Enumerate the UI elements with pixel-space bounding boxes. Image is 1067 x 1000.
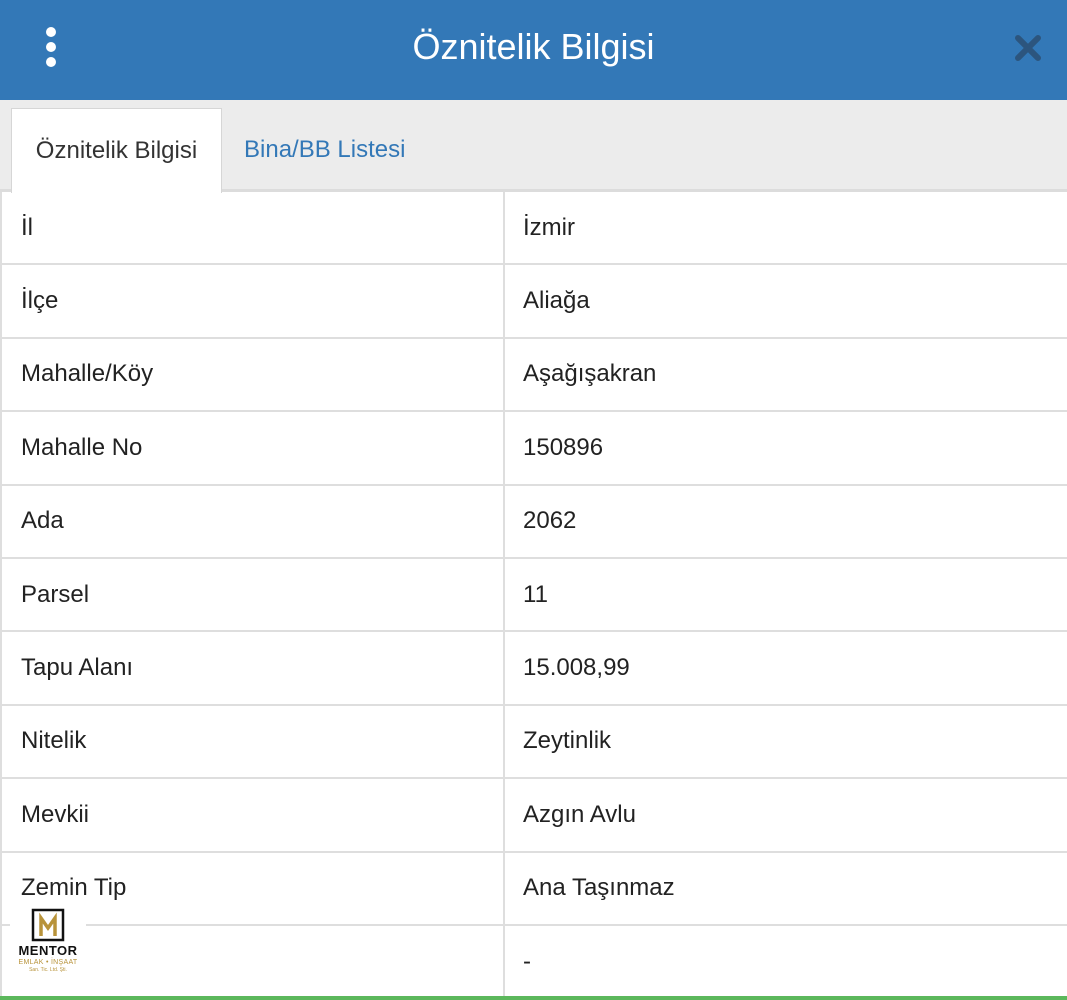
dialog-title: Öznitelik Bilgisi — [412, 26, 655, 67]
attribute-key: Parsel — [0, 558, 505, 631]
attribute-key: İl — [0, 192, 505, 264]
attribute-key: İlçe — [0, 265, 505, 337]
attribute-key: Ada — [0, 485, 505, 557]
table-row: Mahalle/Köy Aşağışakran — [0, 338, 1067, 413]
attribute-value: Azgın Avlu — [523, 800, 636, 828]
attribute-key: Tapu Alanı — [0, 632, 505, 704]
table-row: Mahalle No 150896 — [0, 412, 1067, 486]
attribute-key: Mahalle No — [0, 412, 505, 484]
tab-bar: Öznitelik Bilgisi Bina/BB Listesi — [0, 100, 1067, 193]
table-row: İl İzmir — [0, 192, 1067, 266]
table-row: Zemin Tip Ana Taşınmaz — [0, 852, 1067, 926]
table-row: Nitelik Zeytinlik — [0, 705, 1067, 780]
tab-oznitelik-bilgisi[interactable]: Öznitelik Bilgisi — [11, 108, 222, 193]
attribute-key: Mevkii — [0, 779, 505, 851]
attribute-value: Aşağışakran — [523, 360, 657, 388]
attribute-value: Zeytinlik — [523, 727, 612, 755]
close-x-glyph — [1015, 35, 1041, 61]
logo-subtitle: EMLAK • İNŞAAT — [18, 959, 78, 966]
attribute-value: 11 — [523, 580, 548, 608]
table-row: Parsel 11 — [0, 558, 1067, 633]
dialog-header: Öznitelik Bilgisi — [0, 0, 1067, 100]
table-row: Ada 2062 — [0, 485, 1067, 559]
attribute-value: İzmir — [523, 213, 575, 241]
logo-name: MENTOR — [18, 943, 78, 958]
attribute-key: Mahalle/Köy — [0, 338, 505, 411]
attribute-table: İl İzmir İlçe Aliağa Mahalle/Köy Aşağışakran M… — [0, 192, 1067, 1000]
mentor-logo: MENTOR EMLAK • İNŞAAT San. Tic. Ltd. Şti… — [10, 904, 86, 988]
table-row: Tapu Alanı 15.008,99 — [0, 632, 1067, 706]
attribute-value: - — [523, 947, 531, 975]
attribute-value: Ana Taşınmaz — [523, 874, 675, 902]
logo-subtitle-2: San. Tic. Ltd. Şti. — [29, 967, 67, 973]
table-row: - — [0, 925, 1067, 1000]
table-row: İlçe Aliağa — [0, 265, 1067, 339]
attribute-value: 15.008,99 — [523, 654, 630, 682]
bottom-accent-line — [0, 996, 1067, 1000]
attribute-value: 150896 — [523, 433, 604, 461]
table-row: Mevkii Azgın Avlu — [0, 779, 1067, 853]
tab-bina-bb-listesi[interactable]: Bina/BB Listesi — [226, 108, 423, 192]
close-icon[interactable] — [1008, 28, 1048, 68]
attribute-value: Aliağa — [523, 287, 590, 315]
mentor-m-icon — [31, 908, 65, 942]
attribute-value: 2062 — [523, 507, 577, 535]
attribute-key: Nitelik — [0, 705, 505, 778]
